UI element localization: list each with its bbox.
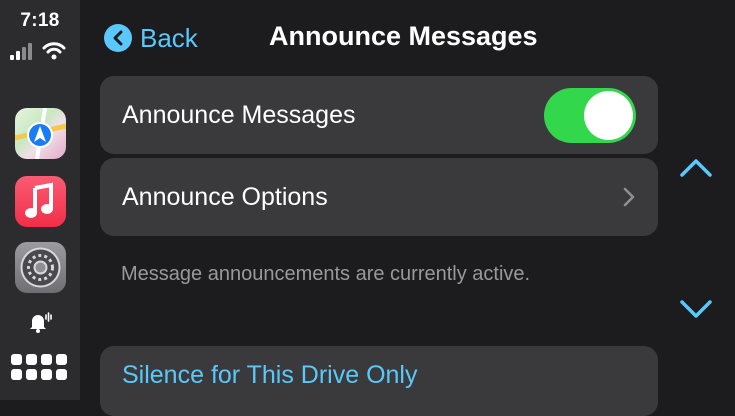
settings-icon bbox=[20, 247, 61, 288]
toggle-knob bbox=[584, 90, 633, 140]
announce-messages-label: Announce Messages bbox=[122, 100, 356, 129]
carplay-sidebar: 7:18 bbox=[0, 0, 80, 400]
announce-status-footnote: Message announcements are currently acti… bbox=[121, 263, 531, 285]
cellular-signal-icon bbox=[10, 42, 32, 60]
maps-icon bbox=[15, 108, 66, 159]
status-indicators bbox=[10, 42, 66, 60]
announce-messages-toggle[interactable] bbox=[544, 87, 636, 143]
chevron-down-icon[interactable] bbox=[678, 298, 714, 322]
silence-drive-button[interactable]: Silence for This Drive Only bbox=[100, 346, 658, 416]
settings-app-icon[interactable] bbox=[15, 242, 66, 293]
app-grid-icon[interactable] bbox=[11, 354, 67, 380]
page-title: Announce Messages bbox=[269, 21, 538, 51]
back-button[interactable]: Back bbox=[104, 22, 198, 54]
silence-drive-label: Silence for This Drive Only bbox=[122, 360, 418, 389]
music-icon bbox=[25, 182, 53, 218]
wifi-icon bbox=[42, 42, 66, 60]
chevron-up-icon[interactable] bbox=[678, 155, 714, 179]
chevron-left-icon bbox=[104, 24, 132, 52]
announce-options-row[interactable]: Announce Options bbox=[100, 158, 658, 236]
music-app-icon[interactable] bbox=[15, 176, 66, 227]
back-label: Back bbox=[140, 22, 198, 53]
chevron-right-icon bbox=[623, 187, 635, 207]
maps-app-icon[interactable] bbox=[15, 108, 66, 159]
announce-options-label: Announce Options bbox=[122, 182, 328, 211]
announce-messages-row: Announce Messages bbox=[100, 76, 658, 154]
status-time: 7:18 bbox=[20, 10, 60, 31]
bell-icon[interactable] bbox=[27, 309, 53, 335]
